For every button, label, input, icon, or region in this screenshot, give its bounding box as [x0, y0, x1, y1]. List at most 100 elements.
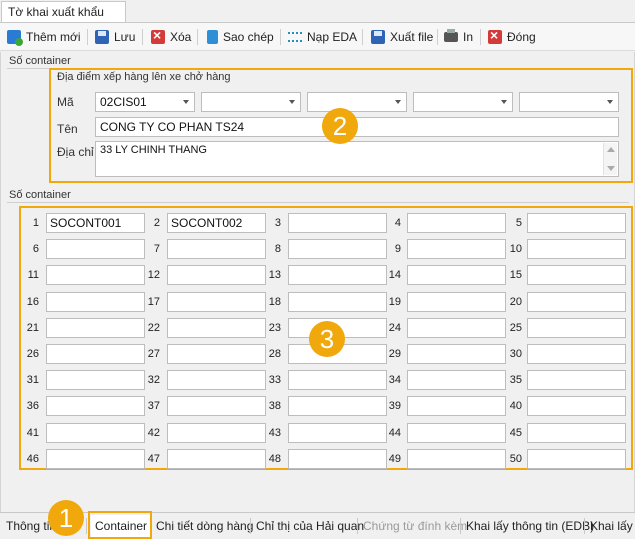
add-new-button[interactable]: Thêm mới [7, 27, 81, 47]
container-number-label: 26 [26, 348, 39, 360]
container-field[interactable]: SOCONT002 [167, 213, 266, 233]
container-field[interactable] [407, 423, 506, 443]
container-field[interactable] [167, 265, 266, 285]
container-field[interactable] [288, 239, 387, 259]
container-field[interactable] [167, 370, 266, 390]
container-field[interactable] [407, 449, 506, 469]
add-new-label: Thêm mới [26, 30, 81, 44]
tab-line-item-details[interactable]: Chi tiết dòng hàng [152, 515, 257, 537]
address-field[interactable]: 33 LY CHINH THANG [95, 141, 619, 177]
save-button[interactable]: Lưu [95, 27, 135, 47]
tab-customs-instructions[interactable]: Chỉ thị của Hải quan [252, 515, 368, 537]
container-field[interactable] [407, 213, 506, 233]
container-field[interactable] [527, 265, 626, 285]
tab-more[interactable]: Khai lấy [586, 515, 635, 537]
container-field[interactable] [407, 318, 506, 338]
code-combo-1[interactable]: 02CIS01 [95, 92, 195, 112]
container-field[interactable] [407, 239, 506, 259]
name-label: Tên [57, 122, 78, 136]
container-field[interactable] [407, 396, 506, 416]
container-number-label: 35 [509, 374, 522, 386]
load-eda-button[interactable]: Nạp EDA [288, 27, 357, 47]
container-field[interactable] [527, 344, 626, 364]
container-number-label: 10 [509, 243, 522, 255]
container-field[interactable] [527, 370, 626, 390]
container-field[interactable] [167, 449, 266, 469]
container-field[interactable] [288, 370, 387, 390]
container-number-label: 46 [26, 453, 39, 465]
container-number-label: 21 [26, 322, 39, 334]
container-field[interactable] [288, 213, 387, 233]
container-number-label: 15 [509, 269, 522, 281]
container-field[interactable] [407, 370, 506, 390]
container-field[interactable] [527, 423, 626, 443]
container-field[interactable] [46, 265, 145, 285]
container-number-label: 30 [509, 348, 522, 360]
print-icon [444, 29, 458, 42]
container-panel: Số container Địa điểm xếp hàng lên xe ch… [0, 52, 635, 512]
container-field[interactable] [167, 344, 266, 364]
address-scrollbar[interactable] [603, 143, 617, 175]
close-label: Đóng [507, 30, 536, 44]
code-combo-3[interactable] [307, 92, 407, 112]
container-field[interactable] [288, 449, 387, 469]
tab-attached-documents[interactable]: Chứng từ đính kèm [359, 515, 471, 537]
container-field[interactable] [527, 449, 626, 469]
container-field[interactable] [527, 213, 626, 233]
container-field[interactable] [407, 292, 506, 312]
tab-separator [460, 518, 461, 534]
container-field[interactable] [527, 239, 626, 259]
container-field[interactable] [288, 423, 387, 443]
chevron-down-icon [289, 100, 295, 104]
toolbar: Thêm mới Lưu Xóa Sao chép Nạp EDA Xuất f… [0, 23, 635, 51]
container-field[interactable] [288, 265, 387, 285]
container-number-label: 39 [388, 400, 401, 412]
container-field[interactable] [288, 396, 387, 416]
container-number-label: 49 [388, 453, 401, 465]
container-number-label: 42 [147, 427, 160, 439]
callout-badge-1: 1 [48, 500, 84, 536]
tab-separator [86, 518, 87, 534]
copy-icon [207, 30, 218, 44]
container-field[interactable] [407, 265, 506, 285]
code-combo-2[interactable] [201, 92, 301, 112]
code-combo-4[interactable] [413, 92, 513, 112]
copy-button[interactable]: Sao chép [207, 27, 274, 47]
container-field[interactable] [527, 396, 626, 416]
container-field[interactable] [46, 292, 145, 312]
container-field[interactable] [407, 344, 506, 364]
container-field[interactable] [527, 292, 626, 312]
container-number-label: 9 [394, 243, 401, 255]
code-combo-5[interactable] [519, 92, 619, 112]
container-field[interactable]: SOCONT001 [46, 213, 145, 233]
print-button[interactable]: In [444, 27, 473, 47]
container-field[interactable] [46, 318, 145, 338]
container-field[interactable] [46, 423, 145, 443]
document-tab[interactable]: Tờ khai xuất khẩu [1, 1, 126, 23]
tab-edb-info[interactable]: Khai lấy thông tin (EDB) [462, 515, 598, 537]
container-field[interactable] [46, 239, 145, 259]
container-number-label: 27 [147, 348, 160, 360]
group-divider [7, 202, 629, 203]
container-field[interactable] [46, 449, 145, 469]
container-field[interactable] [167, 239, 266, 259]
container-number-label: 45 [509, 427, 522, 439]
container-field[interactable] [167, 396, 266, 416]
container-number-label: 38 [268, 400, 281, 412]
container-field[interactable] [167, 318, 266, 338]
close-button[interactable]: Đóng [488, 27, 536, 47]
export-file-button[interactable]: Xuất file [371, 27, 433, 47]
delete-button[interactable]: Xóa [151, 27, 191, 47]
container-field[interactable] [167, 292, 266, 312]
toolbar-separator [87, 29, 88, 45]
container-field[interactable] [46, 370, 145, 390]
export-icon [371, 30, 385, 44]
save-icon [95, 30, 109, 44]
container-field[interactable] [167, 423, 266, 443]
container-field[interactable] [527, 318, 626, 338]
container-field[interactable] [46, 396, 145, 416]
container-number-label: 7 [153, 243, 160, 255]
callout-box-1 [88, 511, 152, 539]
container-field[interactable] [46, 344, 145, 364]
container-field[interactable] [288, 292, 387, 312]
